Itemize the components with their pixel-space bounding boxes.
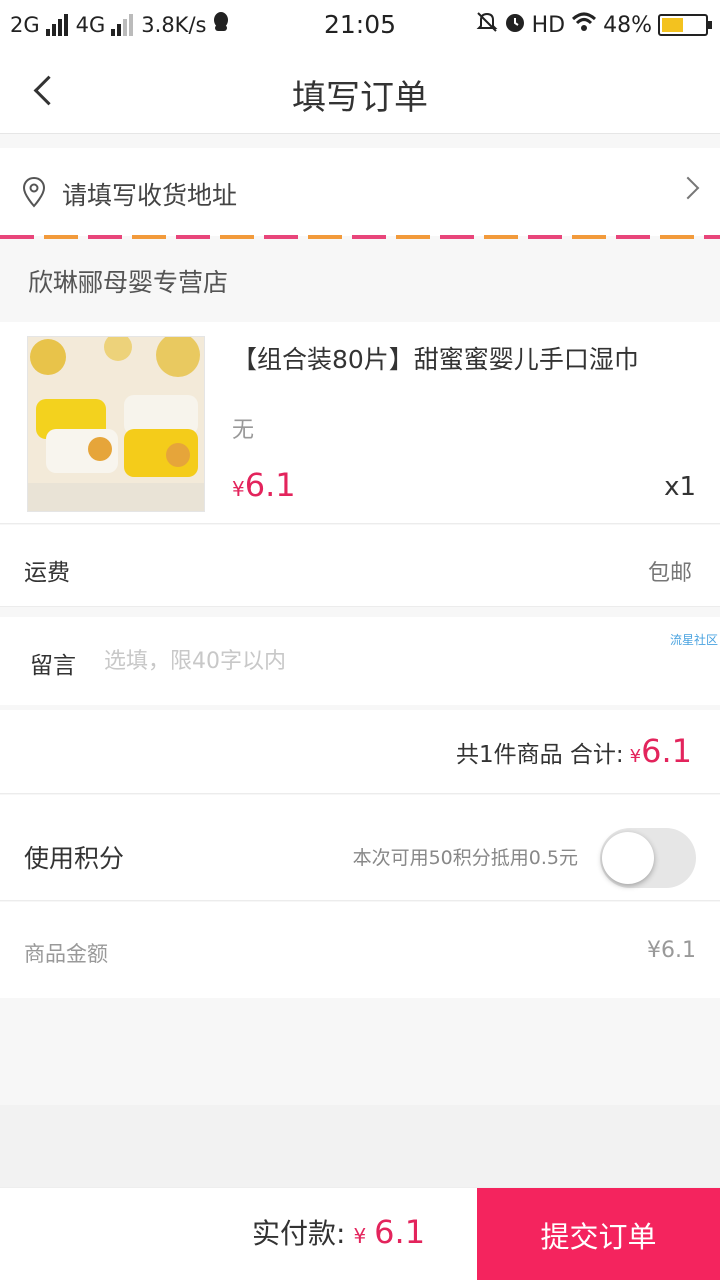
checkout-bar: 实付款: ¥6.1 提交订单 [0,1187,720,1280]
page-title: 填写订单 [292,78,428,118]
toggle-knob [602,832,654,884]
points-description: 本次可用50积分抵用0.5元 [352,847,578,869]
message-label: 留言 [30,653,76,679]
shipping-row: 运费 包邮 [0,525,720,607]
hd-label: HD [531,12,566,38]
points-row: 使用积分 本次可用50积分抵用0.5元 [0,795,720,901]
status-bar: 2G 4G 3.8K/s 21:05 HD 48% [0,0,720,50]
shipping-label: 运费 [24,560,70,586]
goods-amount-row: 商品金额 ¥6.1 [0,902,720,998]
alarm-icon [504,11,526,39]
nav-header: 填写订单 [0,50,720,134]
product-thumbnail [27,336,205,512]
battery-icon [658,14,712,36]
store-name: 欣琳郦母婴专营店 [28,268,229,297]
spacer-band [0,1105,720,1187]
summary-price: ¥6.1 [629,732,692,770]
product-item: 【组合装80片】甜蜜蜜婴儿手口湿巾 无 ¥6.1 x1 [0,322,720,524]
submit-order-button[interactable]: 提交订单 [477,1188,720,1280]
shipping-value: 包邮 [647,561,692,586]
payable-label: 实付款: [252,1217,346,1250]
store-header: 欣琳郦母婴专营店 [0,239,720,321]
points-label: 使用积分 [24,844,125,873]
battery-percent: 48% [603,12,652,38]
message-input[interactable] [104,643,644,679]
product-spec: 无 [232,418,255,443]
message-row: 留言 流星社区 [0,617,720,705]
product-quantity: x1 [664,472,696,502]
chevron-right-icon [676,176,700,200]
payable-amount: 实付款: ¥6.1 [252,1213,426,1251]
payable-price: 6.1 [374,1213,426,1251]
watermark-text: 流星社区 [669,633,718,647]
location-pin-icon [22,176,46,208]
address-placeholder: 请填写收货地址 [62,181,238,210]
product-price: ¥6.1 [232,466,296,504]
mute-icon [476,11,498,39]
wifi-icon [571,12,597,38]
goods-amount-label: 商品金额 [24,942,108,966]
order-summary-row: 共1件商品 合计: ¥6.1 [0,710,720,794]
address-selector[interactable]: 请填写收货地址 [0,148,720,236]
goods-amount-value: ¥6.1 [647,938,696,963]
points-toggle[interactable] [600,828,696,888]
summary-text: 共1件商品 合计: [455,742,624,768]
product-title: 【组合装80片】甜蜜蜜婴儿手口湿巾 [232,345,639,374]
